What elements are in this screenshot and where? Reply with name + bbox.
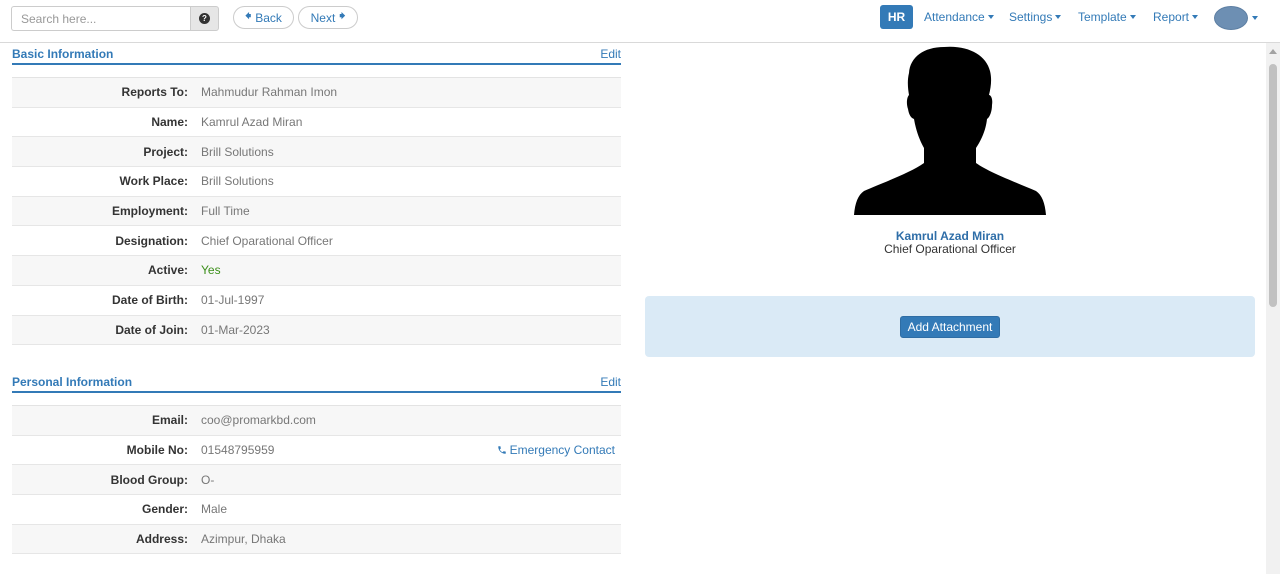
personal-information-rows: Email: coo@promarkbd.com Mobile No: 0154…: [12, 405, 621, 555]
row-value: Full Time: [201, 204, 250, 219]
user-menu[interactable]: [1214, 6, 1258, 30]
add-attachment-button[interactable]: Add Attachment: [900, 316, 1000, 338]
row-value: Brill Solutions: [201, 174, 274, 189]
info-row-date-of-birth: Date of Birth: 01-Jul-1997: [12, 286, 621, 316]
profile-photo-placeholder: [854, 46, 1046, 215]
row-label: Mobile No:: [126, 443, 188, 458]
row-label: Date of Join:: [115, 322, 188, 337]
row-value: Mahmudur Rahman Imon: [201, 85, 338, 100]
info-row-active: Active: Yes: [12, 256, 621, 286]
basic-information-section: Basic Information Edit Reports To: Mahmu…: [12, 45, 621, 346]
row-label: Gender:: [141, 502, 188, 517]
caret-down-icon: [1252, 16, 1258, 20]
info-row-email: Email: coo@promarkbd.com: [12, 406, 621, 436]
row-label: Project:: [143, 144, 188, 159]
caret-down-icon: [1055, 15, 1062, 19]
menu-settings-label: Settings: [1009, 10, 1053, 24]
menu-attendance[interactable]: Attendance: [924, 10, 994, 24]
attachment-panel: Add Attachment: [645, 296, 1255, 357]
basic-information-title: Basic Information: [12, 47, 114, 61]
menu-report[interactable]: Report: [1153, 10, 1199, 24]
row-value: coo@promarkbd.com: [201, 413, 316, 428]
menu-template[interactable]: Template: [1078, 10, 1136, 24]
search-help-button[interactable]: ?: [190, 6, 219, 31]
emergency-contact-label: Emergency Contact: [509, 443, 615, 458]
info-row-blood-group: Blood Group: O-: [12, 465, 621, 496]
next-label: Next: [310, 10, 336, 25]
basic-information-edit-link[interactable]: Edit: [600, 47, 621, 61]
row-value: Male: [201, 502, 228, 517]
menu-attendance-label: Attendance: [924, 10, 985, 24]
row-value: 01548795959: [201, 443, 275, 458]
personal-information-section: Personal Information Edit Email: coo@pro…: [12, 373, 621, 555]
row-value: 01-Jul-1997: [201, 293, 265, 308]
row-label: Designation:: [115, 233, 188, 248]
personal-information-edit-link[interactable]: Edit: [600, 375, 621, 389]
row-label: Reports To:: [121, 85, 188, 100]
caret-down-icon: [1192, 15, 1199, 19]
row-label: Address:: [135, 532, 188, 547]
menu-report-label: Report: [1153, 10, 1190, 24]
emergency-contact-link[interactable]: Emergency Contact: [497, 443, 615, 457]
row-label: Work Place:: [119, 174, 188, 189]
row-label: Employment:: [111, 204, 188, 219]
info-row-mobile: Mobile No: 01548795959 Emergency Contact: [12, 436, 621, 466]
row-label: Email:: [151, 413, 188, 428]
info-row-designation: Designation: Chief Oparational Officer: [12, 226, 621, 257]
scrollbar-thumb[interactable]: [1269, 64, 1277, 307]
caret-down-icon: [1129, 15, 1136, 19]
scroll-up-arrow-icon[interactable]: [1269, 49, 1277, 54]
row-label: Blood Group:: [110, 472, 188, 487]
back-button[interactable]: 🠸 Back: [233, 6, 294, 29]
info-row-reports-to: Reports To: Mahmudur Rahman Imon: [12, 78, 621, 108]
profile-designation: Chief Oparational Officer: [884, 242, 1016, 256]
next-button[interactable]: Next 🠺: [298, 6, 358, 29]
personal-information-title: Personal Information: [12, 375, 133, 389]
back-label: Back: [255, 10, 282, 25]
page-scrollbar[interactable]: [1266, 43, 1280, 574]
row-value: Azimpur, Dhaka: [201, 532, 286, 547]
arrow-right-icon: 🠺: [339, 9, 346, 23]
info-row-date-of-join: Date of Join: 01-Mar-2023: [12, 315, 621, 346]
info-row-address: Address: Azimpur, Dhaka: [12, 524, 621, 555]
info-row-work-place: Work Place: Brill Solutions: [12, 167, 621, 197]
hr-module-button[interactable]: HR: [880, 5, 913, 29]
active-status-value: Yes: [201, 263, 221, 278]
info-row-name: Name: Kamrul Azad Miran: [12, 108, 621, 138]
caret-down-icon: [987, 15, 994, 19]
basic-information-header: Basic Information Edit: [12, 45, 621, 65]
phone-icon: [497, 446, 506, 454]
row-value: Brill Solutions: [201, 144, 274, 159]
avatar: [1214, 6, 1248, 30]
menu-template-label: Template: [1078, 10, 1127, 24]
row-label: Active:: [147, 263, 188, 278]
info-row-employment: Employment: Full Time: [12, 196, 621, 227]
question-circle-icon: ?: [199, 13, 210, 24]
search-input[interactable]: [11, 6, 190, 31]
personal-information-header: Personal Information Edit: [12, 373, 621, 393]
info-row-gender: Gender: Male: [12, 495, 621, 525]
menu-settings[interactable]: Settings: [1009, 10, 1062, 24]
profile-name: Kamrul Azad Miran: [895, 229, 1005, 243]
row-value: Kamrul Azad Miran: [201, 115, 303, 130]
row-label: Date of Birth:: [112, 293, 188, 308]
top-navbar: ? 🠸 Back Next 🠺 HR Attendance Settings T…: [0, 0, 1280, 43]
basic-information-rows: Reports To: Mahmudur Rahman Imon Name: K…: [12, 77, 621, 346]
row-label: Name:: [151, 115, 188, 130]
row-value: O-: [201, 472, 215, 487]
row-value: Chief Oparational Officer: [201, 233, 333, 248]
search-group: ?: [11, 6, 219, 31]
arrow-left-icon: 🠸: [245, 9, 252, 23]
row-value: 01-Mar-2023: [201, 322, 270, 337]
info-row-project: Project: Brill Solutions: [12, 137, 621, 168]
